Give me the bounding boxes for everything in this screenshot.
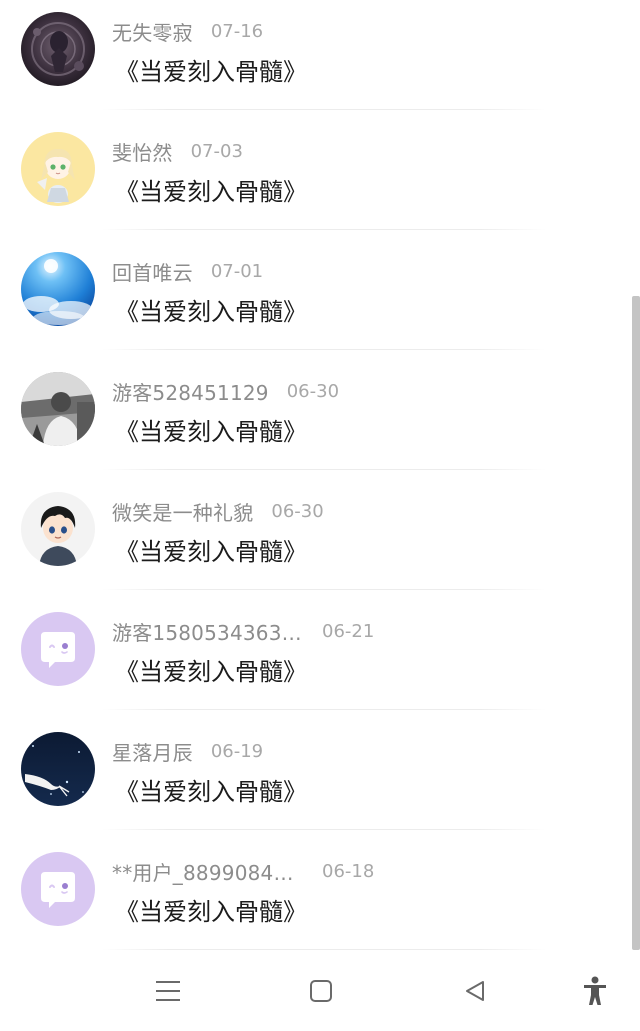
username[interactable]: 游客15805343632...	[112, 617, 304, 646]
comment-meta: 微笑是一种礼貌 06-30	[112, 496, 324, 526]
comment-date: 06-21	[322, 620, 375, 642]
comment-text: 《当爱刻入骨髓》	[115, 898, 307, 926]
divider	[102, 229, 546, 230]
comment-meta: 游客528451129 06-30	[112, 376, 339, 406]
chibi-anime-avatar-icon	[21, 132, 95, 206]
comment-list-screen: 无失零寂 07-16 《当爱刻入骨髓》 斐怡然 07-03 《当爱刻入骨髓》 回…	[0, 0, 640, 1031]
comment-item[interactable]: 回首唯云 07-01 《当爱刻入骨髓》	[0, 240, 600, 360]
comment-meta: 游客15805343632... 06-21	[112, 616, 374, 646]
user-avatar[interactable]	[21, 732, 95, 806]
bw-photo-avatar-icon	[21, 372, 95, 446]
username[interactable]: 游客528451129	[112, 377, 269, 406]
blue-sky-avatar-icon	[21, 252, 95, 326]
comment-text: 《当爱刻入骨髓》	[115, 538, 307, 566]
accessibility-icon	[584, 976, 606, 1005]
anime-boy-avatar-icon	[21, 492, 95, 566]
dark-anime-avatar-icon	[21, 12, 95, 86]
comment-text: 《当爱刻入骨髓》	[115, 418, 307, 446]
user-avatar[interactable]	[21, 252, 95, 326]
comment-meta: 回首唯云 07-01	[112, 256, 263, 286]
comment-date: 07-16	[210, 20, 264, 42]
home-square-icon	[310, 980, 332, 1002]
night-hand-avatar-icon	[21, 732, 95, 806]
username[interactable]: 斐怡然	[112, 137, 173, 166]
comment-text: 《当爱刻入骨髓》	[115, 658, 307, 686]
comment-item[interactable]: 无失零寂 07-16 《当爱刻入骨髓》	[0, 0, 600, 120]
user-avatar[interactable]	[21, 852, 95, 926]
back-button[interactable]	[453, 969, 497, 1013]
comment-date: 06-18	[322, 860, 375, 882]
comment-text: 《当爱刻入骨髓》	[115, 778, 307, 806]
comment-date: 07-03	[190, 140, 243, 162]
username[interactable]: **用户_889908413...	[112, 857, 304, 886]
comment-item[interactable]: 微笑是一种礼貌 06-30 《当爱刻入骨髓》	[0, 480, 600, 600]
comment-text: 《当爱刻入骨髓》	[115, 298, 307, 326]
divider	[102, 349, 546, 350]
chat-bubble-placeholder-avatar-icon	[21, 612, 95, 686]
system-navigation-bar	[0, 951, 640, 1031]
comment-meta: **用户_889908413... 06-18	[112, 856, 374, 886]
comment-text: 《当爱刻入骨髓》	[115, 178, 307, 206]
divider	[102, 469, 546, 470]
chat-bubble-placeholder-avatar-icon	[21, 852, 95, 926]
user-avatar[interactable]	[21, 492, 95, 566]
comment-date: 06-19	[210, 740, 264, 762]
divider	[102, 589, 546, 590]
comment-item[interactable]: **用户_889908413... 06-18 《当爱刻入骨髓》	[0, 840, 600, 960]
user-avatar[interactable]	[21, 12, 95, 86]
menu-button[interactable]	[146, 969, 190, 1013]
comment-item[interactable]: 星落月辰 06-19 《当爱刻入骨髓》	[0, 720, 600, 840]
comment-meta: 星落月辰 06-19	[112, 736, 263, 766]
divider	[102, 829, 546, 830]
comment-item[interactable]: 游客528451129 06-30 《当爱刻入骨髓》	[0, 360, 600, 480]
username[interactable]: 微笑是一种礼貌	[112, 497, 253, 526]
menu-icon	[156, 981, 180, 1001]
divider	[102, 949, 546, 950]
comment-list: 无失零寂 07-16 《当爱刻入骨髓》 斐怡然 07-03 《当爱刻入骨髓》 回…	[0, 0, 640, 951]
comment-item[interactable]: 斐怡然 07-03 《当爱刻入骨髓》	[0, 120, 600, 240]
comment-date: 07-01	[210, 260, 264, 282]
username[interactable]: 回首唯云	[112, 257, 193, 286]
comment-meta: 无失零寂 07-16	[112, 16, 263, 46]
username[interactable]: 无失零寂	[112, 17, 193, 46]
comment-meta: 斐怡然 07-03	[112, 136, 243, 166]
user-avatar[interactable]	[21, 612, 95, 686]
accessibility-button[interactable]	[573, 969, 617, 1013]
divider	[102, 109, 546, 110]
comment-text: 《当爱刻入骨髓》	[115, 58, 307, 86]
username[interactable]: 星落月辰	[112, 737, 193, 766]
scrollbar[interactable]	[632, 296, 640, 950]
comment-item[interactable]: 游客15805343632... 06-21 《当爱刻入骨髓》	[0, 600, 600, 720]
user-avatar[interactable]	[21, 372, 95, 446]
comment-date: 06-30	[286, 380, 340, 402]
back-triangle-icon	[466, 981, 484, 1001]
user-avatar[interactable]	[21, 132, 95, 206]
home-button[interactable]	[299, 969, 343, 1013]
comment-date: 06-30	[271, 500, 324, 522]
divider	[102, 709, 546, 710]
